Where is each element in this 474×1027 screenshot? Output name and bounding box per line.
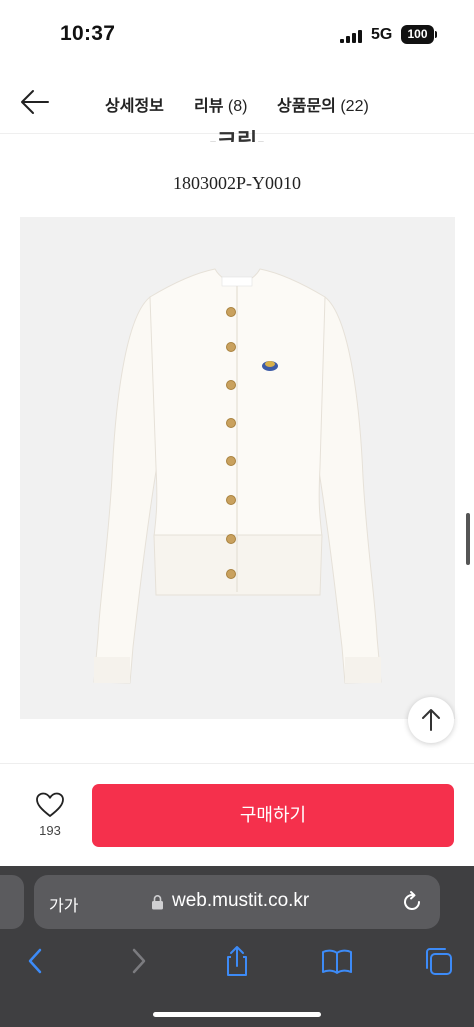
share-icon[interactable] — [220, 944, 254, 978]
scroll-indicator[interactable] — [466, 513, 470, 565]
address-bar[interactable]: 가가 web.mustit.co.kr — [34, 875, 440, 929]
browser-chrome: 가가 web.mustit.co.kr — [0, 866, 474, 1027]
cardigan-illustration — [93, 268, 382, 684]
tab-review-label: 리뷰 — [194, 98, 224, 115]
arrow-up-icon — [422, 709, 440, 731]
previous-tab-preview[interactable] — [0, 875, 24, 929]
status-time: 10:37 — [60, 22, 116, 45]
lock-icon — [152, 895, 163, 910]
forward-chevron-icon[interactable] — [120, 944, 154, 978]
battery-icon: 100 — [401, 25, 434, 44]
url-text: web.mustit.co.kr — [172, 890, 310, 911]
tab-review[interactable]: 리뷰 (8) — [194, 92, 247, 116]
like-count: 193 — [39, 823, 61, 838]
buy-button[interactable]: 구매하기 — [92, 784, 454, 847]
tab-qna[interactable]: 상품문의 (22) — [277, 92, 369, 116]
scroll-top-button[interactable] — [408, 697, 454, 743]
product-code: 1803002P-Y0010 — [172, 173, 301, 193]
heart-icon — [36, 792, 64, 817]
color-heading: -크림- — [0, 120, 474, 142]
reload-icon[interactable] — [400, 890, 424, 914]
back-button[interactable] — [14, 84, 54, 120]
battery-tip — [435, 31, 437, 38]
tab-detail-label: 상세정보 — [105, 98, 164, 115]
purchase-bar: 193 구매하기 — [0, 763, 474, 866]
product-image — [20, 217, 455, 719]
color-heading-text: -크림- — [209, 129, 265, 142]
like-button[interactable] — [35, 791, 65, 819]
back-chevron-icon[interactable] — [20, 944, 54, 978]
signal-icon — [340, 30, 362, 43]
tab-qna-count: (22) — [340, 98, 369, 115]
home-indicator — [153, 1012, 321, 1017]
tab-detail[interactable]: 상세정보 — [105, 92, 164, 116]
tabs-icon[interactable] — [421, 944, 455, 978]
tab-review-count: (8) — [227, 98, 248, 115]
tab-qna-label: 상품문의 — [277, 98, 336, 115]
status-bar: 10:37 5G 100 — [0, 0, 474, 70]
bookmarks-icon[interactable] — [320, 944, 354, 978]
arrow-left-icon — [21, 90, 49, 114]
network-type: 5G — [371, 26, 393, 43]
text-size-button[interactable]: 가가 — [49, 892, 78, 916]
